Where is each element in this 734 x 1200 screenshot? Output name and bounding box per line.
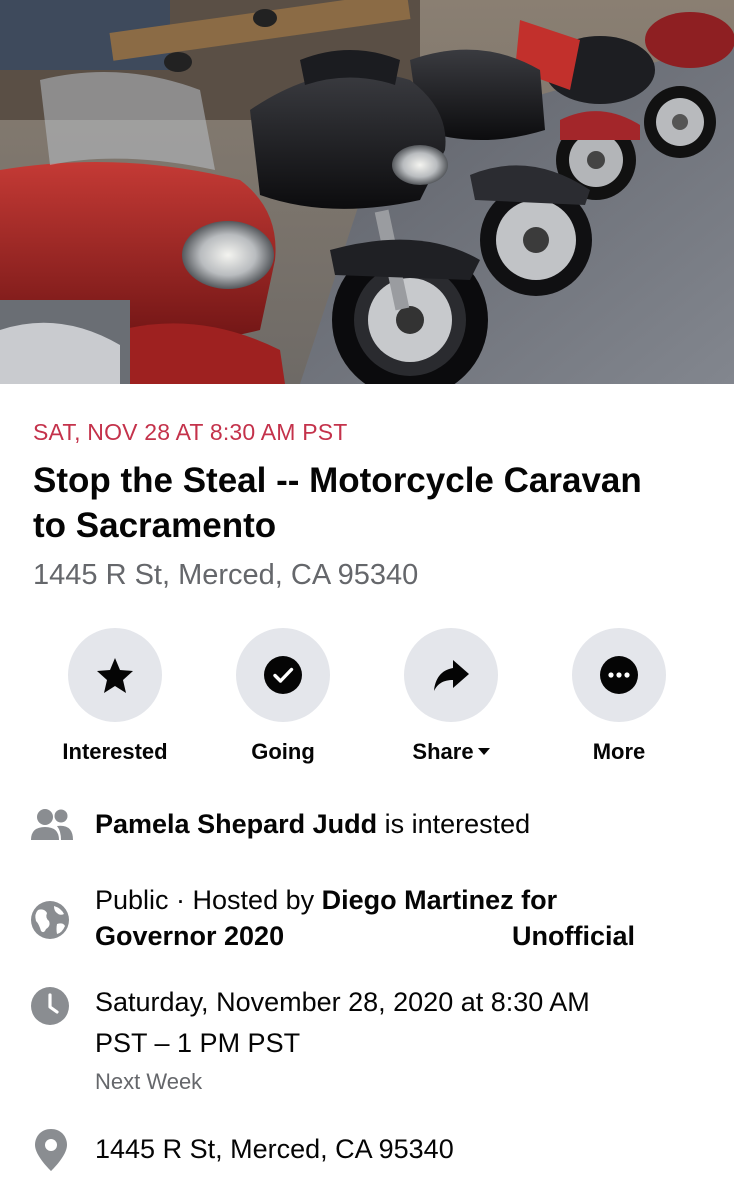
share-circle [404,628,498,722]
globe-icon [31,901,69,939]
event-page: SAT, NOV 28 AT 8:30 AM PST Stop the Stea… [0,0,734,1200]
event-title: Stop the Steal -- Motorcycle Caravan to … [33,461,642,545]
share-button[interactable]: Share [366,628,536,768]
going-button[interactable]: Going [198,628,368,768]
more-label: More [592,739,646,764]
interested-button[interactable]: Interested [30,628,200,768]
share-label-text: Share [412,739,474,764]
time-relative: Next Week [95,1069,203,1094]
event-address[interactable]: 1445 R St, Merced, CA 95340 [33,559,418,592]
interested-circle [68,628,162,722]
more-dots-icon [600,656,638,694]
cover-photo[interactable] [0,0,734,384]
share-label: Share [366,739,536,765]
going-label: Going [251,739,315,764]
location-text: 1445 R St, Merced, CA 95340 [95,1134,454,1164]
caret-down-icon [477,747,490,755]
clock-icon [31,987,69,1025]
event-actions: Interested Going Share More [0,628,734,768]
people-icon [31,809,73,840]
interested-label: Interested [62,739,168,764]
motorcycles-photo [0,0,734,384]
share-arrow-icon [434,660,469,691]
time-line-2: PST – 1 PM PST [95,1028,301,1058]
visibility-host-prefix: Public · Hosted by [95,885,322,915]
check-circle-icon [264,656,302,694]
more-button[interactable]: More [534,628,704,768]
star-icon [97,658,133,693]
interest-text: Pamela Shepard Judd is interested [95,806,530,842]
unofficial-tag: Unofficial [512,921,636,951]
interested-person-name[interactable]: Pamela Shepard Judd [95,809,377,839]
more-circle [572,628,666,722]
going-circle [236,628,330,722]
time-line-1: Saturday, November 28, 2020 at 8:30 AM [95,987,590,1017]
location-pin-icon [35,1129,67,1171]
interest-suffix: is interested [377,809,531,839]
event-date: SAT, NOV 28 AT 8:30 AM PST [33,419,348,445]
